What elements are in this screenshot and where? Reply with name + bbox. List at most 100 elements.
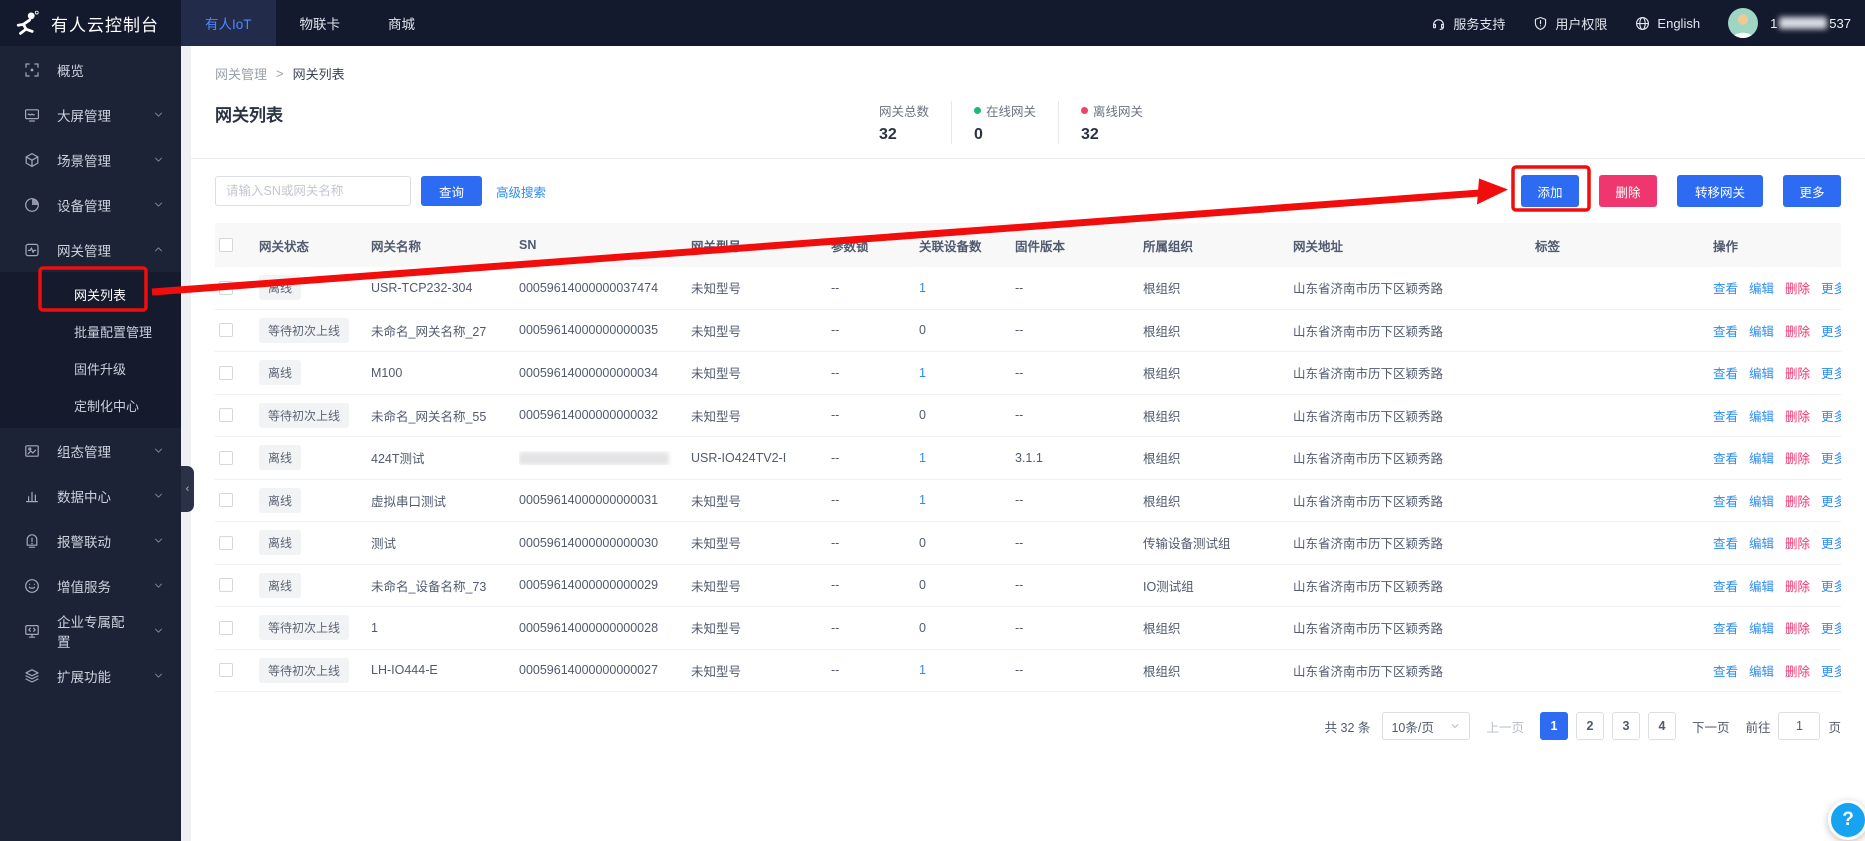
goto-page-input[interactable]	[1778, 712, 1820, 740]
edit-link[interactable]: 编辑	[1749, 580, 1774, 594]
edit-link[interactable]: 编辑	[1749, 410, 1774, 424]
view-link[interactable]: 查看	[1713, 495, 1738, 509]
row-checkbox[interactable]	[219, 366, 233, 380]
next-page-button[interactable]: 下一页	[1692, 717, 1730, 736]
delete-link[interactable]: 删除	[1785, 495, 1810, 509]
page-number-button[interactable]: 1	[1540, 712, 1568, 740]
select-all-checkbox[interactable]	[219, 238, 233, 252]
sidebar-item[interactable]: 企业专属配置	[0, 608, 181, 653]
topbar-tab[interactable]: 商城	[364, 0, 439, 46]
prev-page-button[interactable]: 上一页	[1486, 717, 1524, 736]
sidebar-item[interactable]: 报警联动	[0, 518, 181, 563]
page-number-button[interactable]: 2	[1576, 712, 1604, 740]
offline-dot	[1081, 107, 1088, 114]
sidebar-subitem[interactable]: 批量配置管理	[0, 313, 181, 350]
view-link[interactable]: 查看	[1713, 367, 1738, 381]
edit-link[interactable]: 编辑	[1749, 537, 1774, 551]
sidebar-item[interactable]: 扩展功能	[0, 653, 181, 698]
view-link[interactable]: 查看	[1713, 665, 1738, 679]
view-link[interactable]: 查看	[1713, 282, 1738, 296]
delete-link[interactable]: 删除	[1785, 282, 1810, 296]
more-button[interactable]: 更多	[1783, 175, 1841, 207]
more-link[interactable]: 更多	[1821, 452, 1841, 466]
linked-devices-count[interactable]: 1	[919, 451, 926, 465]
row-checkbox[interactable]	[219, 408, 233, 422]
edit-link[interactable]: 编辑	[1749, 282, 1774, 296]
delete-link[interactable]: 删除	[1785, 410, 1810, 424]
more-link[interactable]: 更多	[1821, 367, 1841, 381]
sidebar-subitem[interactable]: 固件升级	[0, 350, 181, 387]
more-link[interactable]: 更多	[1821, 665, 1841, 679]
linked-devices-count[interactable]: 1	[919, 663, 926, 677]
sidebar-item[interactable]: 网关管理	[0, 227, 181, 272]
gateway-sn: 00059614000000000027	[519, 663, 658, 677]
linked-devices-count[interactable]: 1	[919, 281, 926, 295]
delete-link[interactable]: 删除	[1785, 622, 1810, 636]
delete-link[interactable]: 删除	[1785, 367, 1810, 381]
delete-link[interactable]: 删除	[1785, 325, 1810, 339]
sidebar-item[interactable]: 设备管理	[0, 182, 181, 227]
more-link[interactable]: 更多	[1821, 410, 1841, 424]
edit-link[interactable]: 编辑	[1749, 665, 1774, 679]
page-number-button[interactable]: 3	[1612, 712, 1640, 740]
search-button[interactable]: 查询	[421, 176, 482, 206]
row-checkbox[interactable]	[219, 281, 233, 295]
linked-devices-count[interactable]: 1	[919, 493, 926, 507]
delete-link[interactable]: 删除	[1785, 537, 1810, 551]
more-link[interactable]: 更多	[1821, 537, 1841, 551]
sidebar-subitem[interactable]: 定制化中心	[0, 387, 181, 424]
edit-link[interactable]: 编辑	[1749, 622, 1774, 636]
more-link[interactable]: 更多	[1821, 622, 1841, 636]
sidebar-item[interactable]: 大屏管理	[0, 92, 181, 137]
row-checkbox[interactable]	[219, 621, 233, 635]
view-link[interactable]: 查看	[1713, 410, 1738, 424]
breadcrumb-item[interactable]: 网关管理	[215, 64, 267, 83]
delete-link[interactable]: 删除	[1785, 580, 1810, 594]
more-link[interactable]: 更多	[1821, 325, 1841, 339]
avatar[interactable]	[1728, 8, 1758, 38]
view-link[interactable]: 查看	[1713, 622, 1738, 636]
edit-link[interactable]: 编辑	[1749, 325, 1774, 339]
sidebar-item[interactable]: 概览	[0, 47, 181, 92]
transfer-gateway-button[interactable]: 转移网关	[1677, 175, 1763, 207]
row-checkbox[interactable]	[219, 493, 233, 507]
topbar-link[interactable]: 用户权限	[1533, 14, 1607, 33]
view-link[interactable]: 查看	[1713, 452, 1738, 466]
row-checkbox[interactable]	[219, 663, 233, 677]
view-link[interactable]: 查看	[1713, 537, 1738, 551]
add-button[interactable]: 添加	[1521, 175, 1579, 207]
more-link[interactable]: 更多	[1821, 282, 1841, 296]
delete-button[interactable]: 删除	[1599, 175, 1657, 207]
row-checkbox[interactable]	[219, 323, 233, 337]
topbar-link[interactable]: English	[1635, 16, 1700, 31]
sidebar-item[interactable]: 数据中心	[0, 473, 181, 518]
view-link[interactable]: 查看	[1713, 580, 1738, 594]
topbar-tab[interactable]: 物联卡	[276, 0, 365, 46]
sidebar-subitem[interactable]: 网关列表	[0, 276, 181, 313]
delete-link[interactable]: 删除	[1785, 665, 1810, 679]
more-link[interactable]: 更多	[1821, 580, 1841, 594]
sidebar-item[interactable]: 组态管理	[0, 428, 181, 473]
row-checkbox[interactable]	[219, 536, 233, 550]
delete-link[interactable]: 删除	[1785, 452, 1810, 466]
topbar-tab[interactable]: 有人IoT	[181, 0, 276, 46]
sidebar-item[interactable]: 增值服务	[0, 563, 181, 608]
linked-devices-count[interactable]: 1	[919, 366, 926, 380]
row-checkbox[interactable]	[219, 451, 233, 465]
overview-icon	[24, 62, 40, 78]
more-link[interactable]: 更多	[1821, 495, 1841, 509]
sidebar-item[interactable]: 场景管理	[0, 137, 181, 182]
page-size-select[interactable]: 10条/页	[1382, 712, 1470, 740]
edit-link[interactable]: 编辑	[1749, 367, 1774, 381]
advanced-search-link[interactable]: 高级搜索	[496, 182, 546, 201]
help-button[interactable]: ?	[1828, 800, 1865, 840]
topbar-link[interactable]: 服务支持	[1431, 14, 1505, 33]
search-input[interactable]	[215, 176, 411, 206]
page-number-button[interactable]: 4	[1648, 712, 1676, 740]
row-checkbox[interactable]	[219, 578, 233, 592]
edit-link[interactable]: 编辑	[1749, 452, 1774, 466]
view-link[interactable]: 查看	[1713, 325, 1738, 339]
edit-link[interactable]: 编辑	[1749, 495, 1774, 509]
sidebar: 概览大屏管理场景管理设备管理网关管理网关列表批量配置管理固件升级定制化中心组态管…	[0, 46, 181, 841]
sidebar-collapse-handle[interactable]: ‹	[181, 466, 194, 512]
